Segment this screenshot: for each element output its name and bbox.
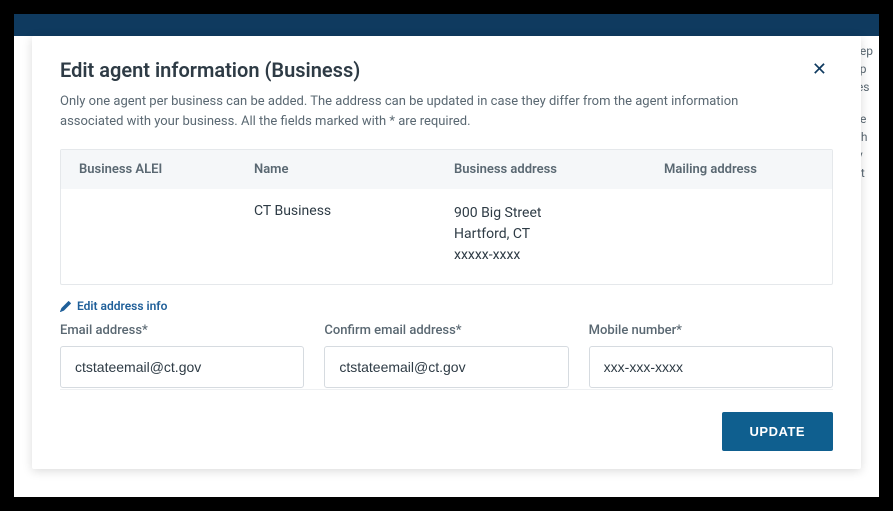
email-group: Email address* (60, 323, 304, 388)
confirm-email-label: Confirm email address* (324, 323, 568, 338)
cell-alei (79, 203, 254, 266)
col-header-name: Name (254, 162, 454, 177)
table-row: CT Business 900 Big Street Hartford, CT … (61, 189, 832, 284)
update-button[interactable]: UPDATE (722, 412, 833, 451)
modal-footer: UPDATE (60, 389, 833, 451)
address-line: xxxxx-xxxx (454, 245, 664, 266)
cell-business-address: 900 Big Street Hartford, CT xxxxx-xxxx (454, 203, 664, 266)
pencil-icon (60, 301, 71, 312)
close-button[interactable]: ✕ (806, 58, 833, 80)
mobile-label: Mobile number* (589, 323, 833, 338)
modal-header: Edit agent information (Business) ✕ (60, 58, 833, 92)
col-header-business-address: Business address (454, 162, 664, 177)
confirm-email-group: Confirm email address* (324, 323, 568, 388)
modal-title: Edit agent information (Business) (60, 58, 360, 82)
table-header-row: Business ALEI Name Business address Mail… (61, 150, 832, 189)
email-field[interactable] (60, 346, 304, 388)
edit-agent-modal: Edit agent information (Business) ✕ Only… (32, 36, 861, 469)
col-header-mailing-address: Mailing address (664, 162, 814, 177)
business-table: Business ALEI Name Business address Mail… (60, 149, 833, 285)
top-nav-band (14, 14, 879, 36)
form-row: Email address* Confirm email address* Mo… (60, 323, 833, 388)
mobile-group: Mobile number* (589, 323, 833, 388)
confirm-email-field[interactable] (324, 346, 568, 388)
email-label: Email address* (60, 323, 304, 338)
app-frame: ccep al p ines ase n th ply nt t Edit ag… (12, 12, 881, 499)
close-icon: ✕ (812, 59, 827, 79)
col-header-alei: Business ALEI (79, 162, 254, 177)
modal-subtitle: Only one agent per business can be added… (60, 92, 780, 131)
cell-mailing-address (664, 203, 814, 266)
edit-address-link[interactable]: Edit address info (60, 299, 833, 313)
address-line: Hartford, CT (454, 224, 664, 245)
address-line: 900 Big Street (454, 203, 664, 224)
mobile-field[interactable] (589, 346, 833, 388)
cell-name: CT Business (254, 203, 454, 266)
edit-address-label: Edit address info (77, 299, 167, 313)
